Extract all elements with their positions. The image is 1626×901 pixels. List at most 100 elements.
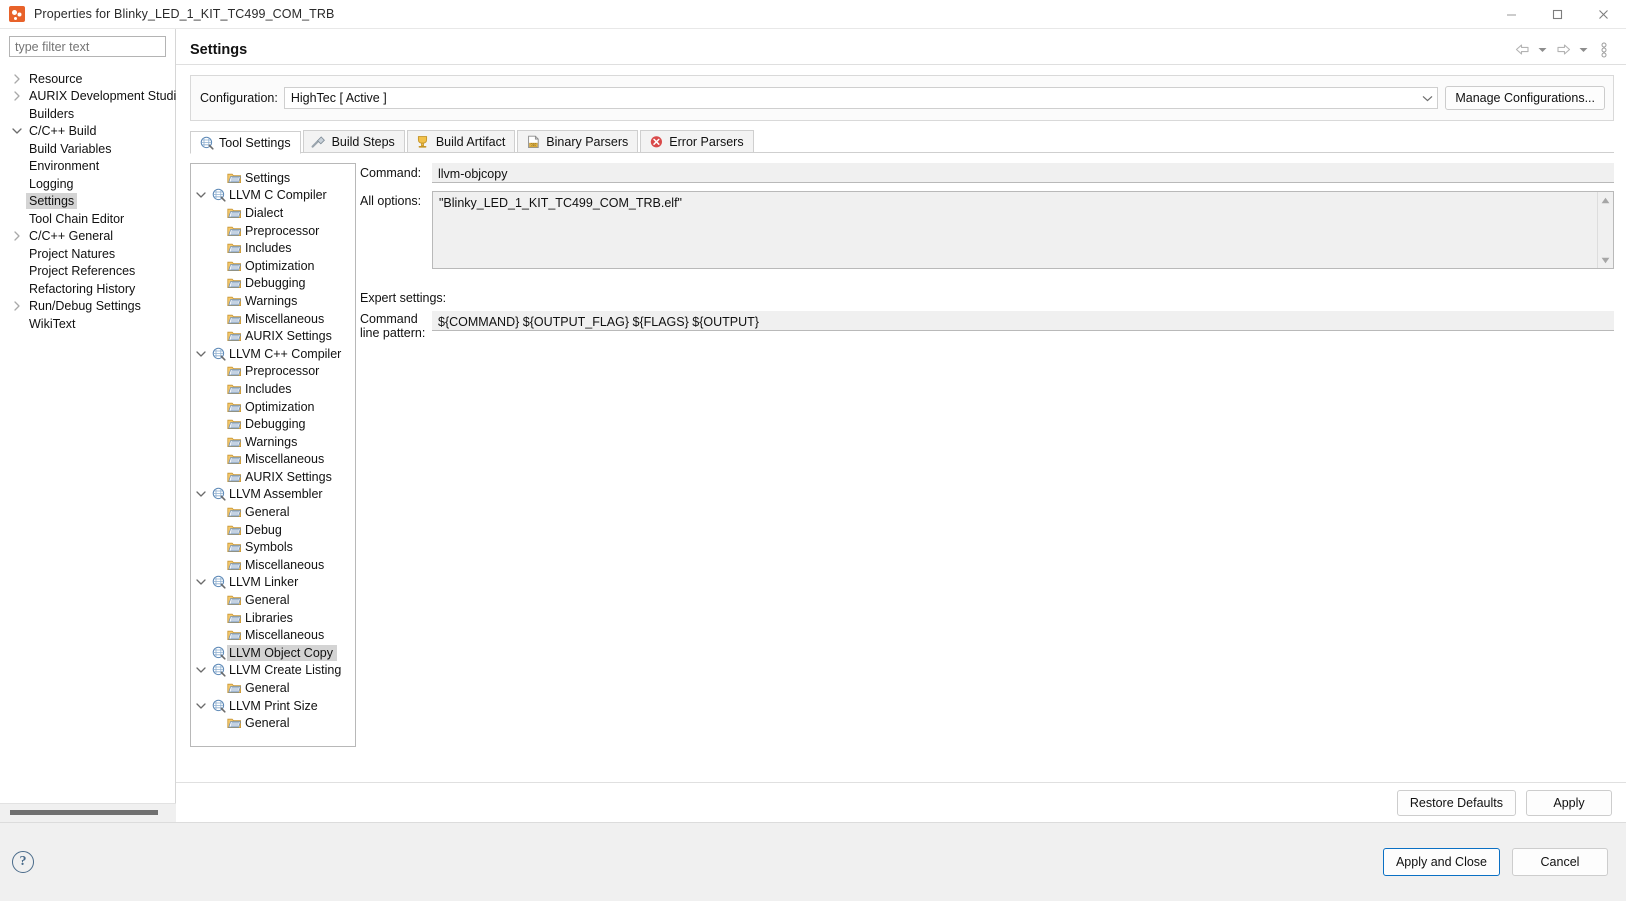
view-menu-vertical-dots-icon[interactable] (1594, 40, 1614, 60)
tool-tree-item-label: AURIX Settings (243, 469, 336, 485)
command-row: Command: (360, 163, 1614, 183)
expert-settings-label: Expert settings: (360, 291, 1614, 305)
all-options-scrollbar[interactable] (1597, 192, 1613, 268)
tool-tree-item-general[interactable]: General (191, 714, 355, 732)
tool-tree-item-miscellaneous[interactable]: Miscellaneous (191, 556, 355, 574)
tool-tree-item-includes[interactable]: Includes (191, 239, 355, 257)
chevron-down-icon[interactable] (193, 191, 209, 199)
chevron-down-icon[interactable] (193, 490, 209, 498)
chevron-right-icon[interactable] (8, 74, 26, 84)
forward-arrow-icon[interactable] (1553, 40, 1573, 60)
tab-build-steps[interactable]: Build Steps (303, 130, 405, 153)
tool-tree-item-symbols[interactable]: Symbols (191, 538, 355, 556)
configuration-combo[interactable]: HighTec [ Active ] (284, 87, 1439, 109)
minimize-button[interactable] (1488, 0, 1534, 29)
chevron-down-icon[interactable] (8, 127, 26, 135)
nav-item-tool-chain-editor[interactable]: Tool Chain Editor (0, 210, 175, 228)
nav-item-environment[interactable]: Environment (0, 158, 175, 176)
tab-build-artifact[interactable]: Build Artifact (407, 130, 515, 153)
back-arrow-icon[interactable] (1512, 40, 1532, 60)
tool-tree-item-general[interactable]: General (191, 679, 355, 697)
folder-icon (225, 206, 243, 220)
nav-item-run-debug-settings[interactable]: Run/Debug Settings (0, 298, 175, 316)
tool-tree-item-optimization[interactable]: Optimization (191, 398, 355, 416)
chevron-right-icon[interactable] (8, 231, 26, 241)
tool-tree-item-llvm-print-size[interactable]: LLVM Print Size (191, 697, 355, 715)
tool-tree-item-label: Miscellaneous (243, 627, 328, 643)
chevron-down-icon[interactable] (193, 350, 209, 358)
maximize-button[interactable] (1534, 0, 1580, 29)
nav-item-project-natures[interactable]: Project Natures (0, 245, 175, 263)
nav-item-logging[interactable]: Logging (0, 175, 175, 193)
apply-and-close-button[interactable]: Apply and Close (1383, 848, 1500, 876)
nav-item-c-c-general[interactable]: C/C++ General (0, 228, 175, 246)
tool-tree-item-libraries[interactable]: Libraries (191, 609, 355, 627)
tool-tree-item-aurix-settings[interactable]: AURIX Settings (191, 327, 355, 345)
tool-tree-item-miscellaneous[interactable]: Miscellaneous (191, 451, 355, 469)
folder-icon (225, 171, 243, 185)
tool-tree-item-general[interactable]: General (191, 591, 355, 609)
tool-tree-item-label: General (243, 680, 293, 696)
tool-tree-item-llvm-c-compiler[interactable]: LLVM C Compiler (191, 187, 355, 205)
all-options-row: All options: "Blinky_LED_1_KIT_TC499_COM… (360, 191, 1614, 269)
nav-item-resource[interactable]: Resource (0, 70, 175, 88)
tool-tree-item-warnings[interactable]: Warnings (191, 433, 355, 451)
apply-button[interactable]: Apply (1526, 790, 1612, 816)
nav-item-build-variables[interactable]: Build Variables (0, 140, 175, 158)
tool-tree-item-general[interactable]: General (191, 503, 355, 521)
nav-item-aurix-development-studio[interactable]: AURIX Development Studio (0, 88, 175, 106)
properties-tree: ResourceAURIX Development StudioBuilders… (0, 70, 175, 333)
chevron-down-icon[interactable] (193, 578, 209, 586)
tool-tree-item-preprocessor[interactable]: Preprocessor (191, 222, 355, 240)
tool-tree-item-debugging[interactable]: Debugging (191, 415, 355, 433)
manage-configurations-button[interactable]: Manage Configurations... (1445, 86, 1605, 110)
nav-hscrollbar-thumb[interactable] (10, 810, 158, 815)
tool-tree-item-llvm-assembler[interactable]: LLVM Assembler (191, 486, 355, 504)
tool-tree-item-miscellaneous[interactable]: Miscellaneous (191, 626, 355, 644)
nav-item-c-c-build[interactable]: C/C++ Build (0, 123, 175, 141)
tool-tree-item-llvm-object-copy[interactable]: LLVM Object Copy (191, 644, 355, 662)
tab-binary-parsers[interactable]: 010Binary Parsers (517, 130, 638, 153)
back-history-chevron-down-icon[interactable] (1536, 40, 1549, 60)
tool-tree-item-settings[interactable]: Settings (191, 169, 355, 187)
scroll-down-arrow-icon[interactable] (1601, 254, 1610, 266)
tab-tool-settings[interactable]: Tool Settings (190, 131, 301, 154)
nav-item-wikitext[interactable]: WikiText (0, 315, 175, 333)
command-line-pattern-input[interactable] (432, 311, 1614, 331)
nav-item-builders[interactable]: Builders (0, 105, 175, 123)
tab-error-parsers[interactable]: Error Parsers (640, 130, 753, 153)
tool-tree-item-dialect[interactable]: Dialect (191, 204, 355, 222)
cancel-button[interactable]: Cancel (1512, 848, 1608, 876)
tool-tree-item-debug[interactable]: Debug (191, 521, 355, 539)
help-icon[interactable]: ? (12, 851, 34, 873)
tool-tree-item-llvm-c++-compiler[interactable]: LLVM C++ Compiler (191, 345, 355, 363)
scroll-up-arrow-icon[interactable] (1601, 194, 1610, 206)
command-input[interactable] (432, 163, 1614, 183)
tool-tree-item-warnings[interactable]: Warnings (191, 292, 355, 310)
forward-history-chevron-down-icon[interactable] (1577, 40, 1590, 60)
chevron-right-icon[interactable] (8, 91, 26, 101)
tool-tree-item-llvm-create-listing[interactable]: LLVM Create Listing (191, 662, 355, 680)
nav-hscrollbar-track[interactable] (0, 803, 176, 822)
restore-defaults-button[interactable]: Restore Defaults (1397, 790, 1516, 816)
tool-tree-item-aurix-settings[interactable]: AURIX Settings (191, 468, 355, 486)
nav-item-refactoring-history[interactable]: Refactoring History (0, 280, 175, 298)
tool-tree-item-debugging[interactable]: Debugging (191, 275, 355, 293)
nav-item-settings[interactable]: Settings (0, 193, 175, 211)
tool-tree-item-includes[interactable]: Includes (191, 380, 355, 398)
close-button[interactable] (1580, 0, 1626, 29)
tool-settings-tree[interactable]: SettingsLLVM C CompilerDialectPreprocess… (190, 163, 356, 747)
tool-tree-item-llvm-linker[interactable]: LLVM Linker (191, 574, 355, 592)
chevron-down-icon[interactable] (193, 666, 209, 674)
chevron-right-icon[interactable] (8, 301, 26, 311)
nav-item-project-references[interactable]: Project References (0, 263, 175, 281)
folder-icon (225, 364, 243, 378)
chevron-down-icon[interactable] (193, 702, 209, 710)
tool-tree-item-miscellaneous[interactable]: Miscellaneous (191, 310, 355, 328)
tool-tree-item-optimization[interactable]: Optimization (191, 257, 355, 275)
app-gears-icon (9, 6, 25, 22)
filter-input[interactable] (9, 36, 166, 57)
tool-tree-item-label: General (243, 715, 293, 731)
all-options-value[interactable]: "Blinky_LED_1_KIT_TC499_COM_TRB.elf" (433, 192, 1597, 268)
tool-tree-item-preprocessor[interactable]: Preprocessor (191, 363, 355, 381)
